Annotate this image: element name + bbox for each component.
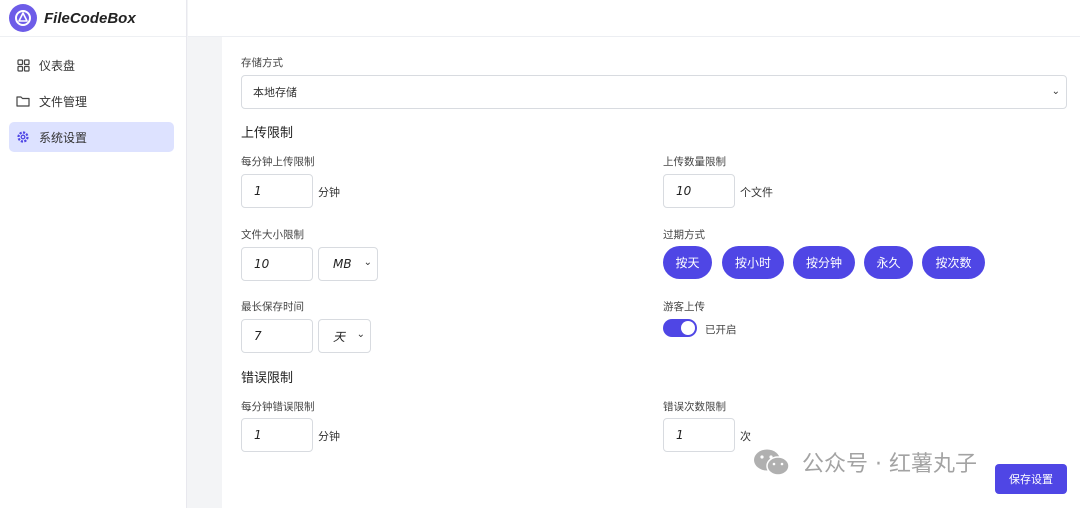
chevron-down-icon: ⌄ [1051,86,1060,97]
sidebar-item-settings[interactable]: 系统设置 [9,122,174,152]
sidebar-item-label: 文件管理 [39,94,88,109]
expire-by-minute-button[interactable]: 按分钟 [793,246,855,279]
file-size-input[interactable]: 10 [241,247,313,281]
app-logo[interactable]: FileCodeBox [0,0,186,37]
guest-upload-toggle[interactable] [663,319,697,337]
expire-by-hour-button[interactable]: 按小时 [722,246,784,279]
folder-icon [16,94,30,108]
error-count-unit: 次 [740,430,751,443]
settings-panel: 存储方式 本地存储 ⌄ 上传限制 每分钟上传限制 1 分钟 文件大小限制 10 … [222,37,1080,508]
guest-upload-status: 已开启 [705,324,737,336]
max-keep-unit-select[interactable]: 天 ⌄ [318,319,371,353]
expire-mode-label: 过期方式 [663,229,705,241]
error-per-minute-unit: 分钟 [318,430,340,443]
upload-per-minute-unit: 分钟 [318,186,340,199]
sidebar-item-label: 仪表盘 [39,58,76,73]
upload-per-minute-input[interactable]: 1 [241,174,313,208]
storage-select[interactable]: 本地存储 ⌄ [241,75,1067,109]
sidebar-item-dashboard[interactable]: 仪表盘 [9,50,174,80]
gear-icon [16,130,30,144]
upload-limit-title: 上传限制 [241,126,294,141]
toggle-knob [681,321,695,335]
guest-upload-label: 游客上传 [663,301,705,313]
error-per-minute-label: 每分钟错误限制 [241,401,315,413]
upload-per-minute-label: 每分钟上传限制 [241,156,315,168]
storage-select-value: 本地存储 [253,86,297,99]
expire-by-day-button[interactable]: 按天 [663,246,712,279]
save-settings-button[interactable]: 保存设置 [995,464,1067,494]
max-keep-unit-value: 天 [333,329,346,344]
top-bar [188,0,1080,37]
chevron-down-icon: ⌄ [356,329,365,340]
error-count-input[interactable]: 1 [663,418,735,452]
expire-forever-button[interactable]: 永久 [864,246,913,279]
grid-icon [16,58,30,72]
upload-count-unit: 个文件 [740,186,773,199]
sidebar-item-files[interactable]: 文件管理 [9,86,174,116]
wechat-icon [754,449,790,476]
error-limit-title: 错误限制 [241,371,294,386]
watermark: 公众号 · 红薯丸子 [752,446,977,478]
logo-icon [9,4,37,32]
sidebar-item-label: 系统设置 [39,130,88,145]
error-per-minute-input[interactable]: 1 [241,418,313,452]
file-size-unit-value: MB [333,257,352,271]
storage-label: 存储方式 [241,57,283,69]
watermark-text: 公众号 · 红薯丸子 [802,452,977,477]
sidebar-nav: 仪表盘 文件管理 系统设置 [0,37,186,152]
file-size-label: 文件大小限制 [241,229,304,241]
expire-by-count-button[interactable]: 按次数 [922,246,985,279]
max-keep-input[interactable]: 7 [241,319,313,353]
upload-count-label: 上传数量限制 [663,156,726,168]
error-count-label: 错误次数限制 [663,401,726,413]
upload-count-input[interactable]: 10 [663,174,735,208]
sidebar: FileCodeBox 仪表盘 文件管理 系统设置 [0,0,187,508]
chevron-down-icon: ⌄ [363,257,372,268]
file-size-unit-select[interactable]: MB ⌄ [318,247,378,281]
app-name: FileCodeBox [44,9,136,27]
max-keep-label: 最长保存时间 [241,301,304,313]
